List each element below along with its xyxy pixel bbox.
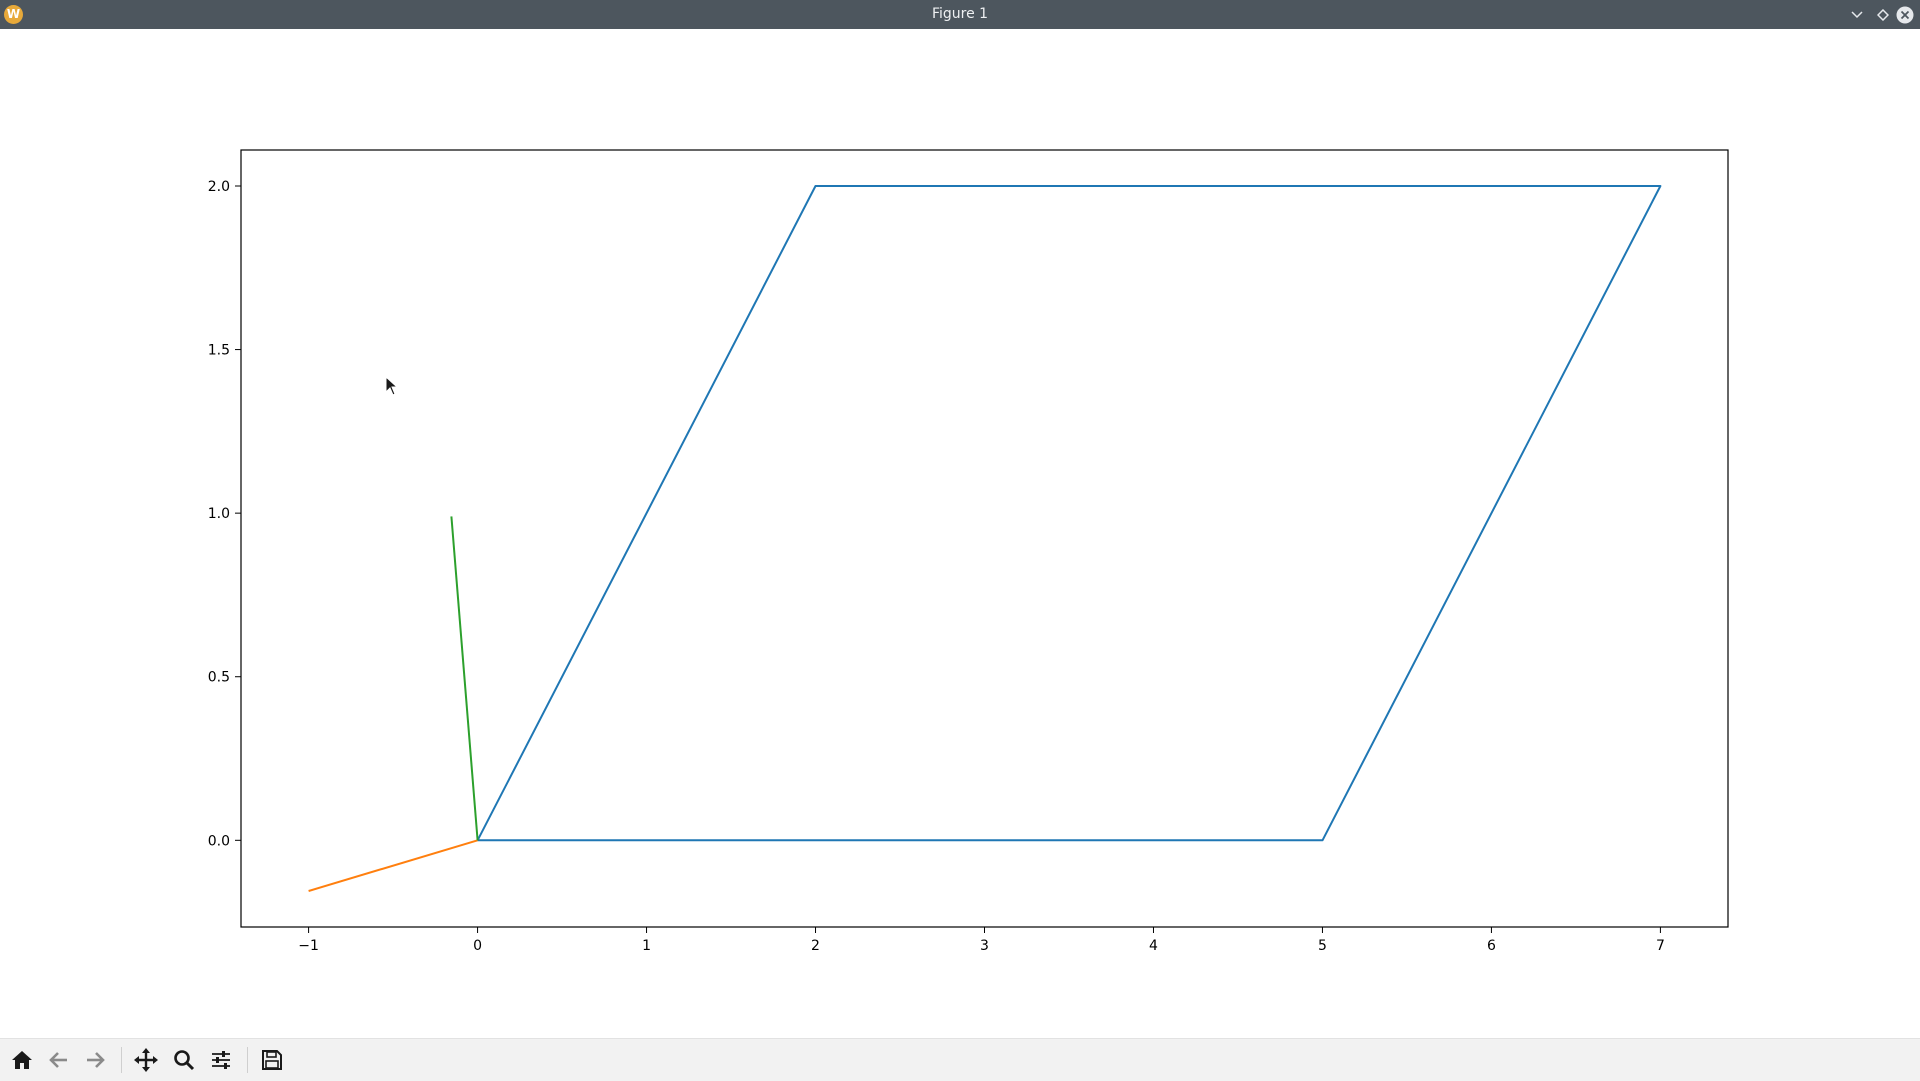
y-tick-label: 0.5 bbox=[208, 670, 230, 686]
x-tick-label: 2 bbox=[811, 938, 820, 954]
toolbar-separator bbox=[121, 1047, 122, 1073]
chevron-down-icon bbox=[1850, 10, 1863, 18]
series-line-2 bbox=[450, 516, 479, 841]
plot-area[interactable]: −1 0 1 2 3 4 5 6 7 0.0 0.5 1.0 1.5 2.0 bbox=[0, 29, 1920, 1038]
series-line-0 bbox=[476, 185, 1662, 842]
floppy-disk-icon bbox=[262, 1050, 282, 1070]
x-tick-label: 4 bbox=[1149, 938, 1158, 954]
y-tick-label: 1.5 bbox=[208, 343, 230, 359]
series-line-1 bbox=[308, 839, 478, 892]
sliders-icon bbox=[212, 1051, 230, 1069]
x-tick-label: 5 bbox=[1318, 938, 1327, 954]
magnifier-icon bbox=[174, 1050, 195, 1071]
pan-button[interactable] bbox=[131, 1045, 161, 1075]
navigation-toolbar bbox=[0, 1038, 1920, 1081]
diamond-icon bbox=[1876, 8, 1889, 21]
arrow-left-icon bbox=[49, 1052, 67, 1068]
x-tick-label: 0 bbox=[473, 938, 482, 954]
close-button[interactable] bbox=[1894, 4, 1915, 25]
zoom-button[interactable] bbox=[169, 1045, 199, 1075]
x-tick-label: −1 bbox=[298, 938, 319, 954]
home-button[interactable] bbox=[7, 1045, 37, 1075]
minimize-button[interactable] bbox=[1846, 4, 1867, 25]
back-button[interactable] bbox=[44, 1045, 74, 1075]
y-tick-label: 2.0 bbox=[208, 179, 230, 195]
forward-button[interactable] bbox=[80, 1045, 110, 1075]
y-tick-label: 0.0 bbox=[208, 833, 230, 849]
window-title: Figure 1 bbox=[931, 6, 989, 22]
x-tick-label: 6 bbox=[1487, 938, 1496, 954]
y-tick-label: 1.0 bbox=[208, 506, 230, 522]
close-icon bbox=[1896, 6, 1913, 23]
window-titlebar: W Figure 1 bbox=[0, 0, 1920, 29]
x-tick-label: 7 bbox=[1656, 938, 1665, 954]
home-icon bbox=[12, 1051, 32, 1069]
mouse-cursor-icon bbox=[385, 376, 399, 396]
save-button[interactable] bbox=[257, 1045, 287, 1075]
arrow-right-icon bbox=[87, 1052, 105, 1068]
x-tick-label: 3 bbox=[980, 938, 989, 954]
maximize-button[interactable] bbox=[1872, 4, 1893, 25]
toolbar-separator bbox=[247, 1047, 248, 1073]
move-icon bbox=[134, 1048, 158, 1072]
axes-frame bbox=[240, 149, 1729, 928]
figure-canvas[interactable]: −1 0 1 2 3 4 5 6 7 0.0 0.5 1.0 1.5 2.0 bbox=[0, 29, 1920, 1038]
x-tick-label: 1 bbox=[642, 938, 651, 954]
configure-subplots-button[interactable] bbox=[206, 1045, 236, 1075]
